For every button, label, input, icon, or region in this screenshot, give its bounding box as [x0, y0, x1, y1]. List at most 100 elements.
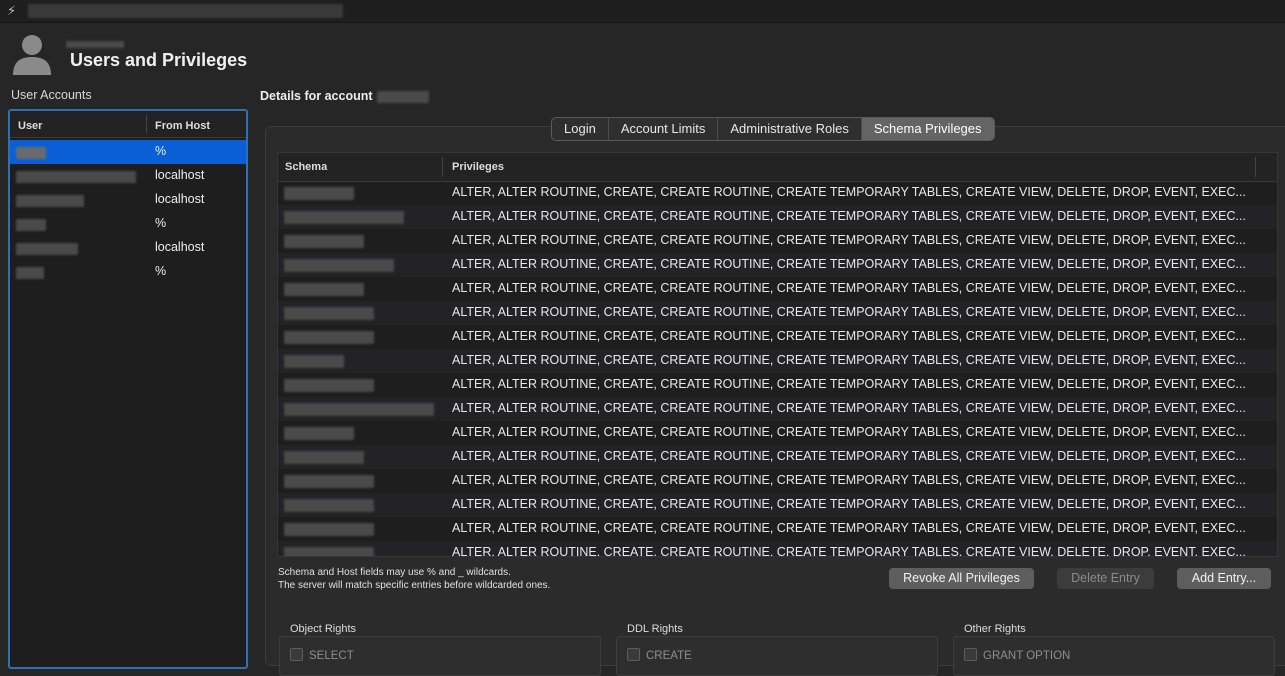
user-avatar-icon — [13, 35, 51, 75]
tab-administrative-roles[interactable]: Administrative Roles — [718, 118, 862, 140]
grant-option-checkbox[interactable]: GRANT OPTION — [964, 648, 1070, 662]
select-label: SELECT — [309, 650, 354, 662]
redacted-schema-name — [284, 259, 394, 272]
privileges-cell: ALTER, ALTER ROUTINE, CREATE, CREATE ROU… — [452, 473, 1246, 487]
privileges-cell: ALTER, ALTER ROUTINE, CREATE, CREATE ROU… — [452, 185, 1246, 199]
privilege-row[interactable]: ALTER, ALTER ROUTINE, CREATE, CREATE ROU… — [278, 349, 1277, 373]
checkbox-icon — [627, 648, 640, 661]
bolt-icon: ⚡ — [7, 3, 17, 18]
privileges-cell: ALTER, ALTER ROUTINE, CREATE, CREATE ROU… — [452, 401, 1246, 415]
privilege-row[interactable]: ALTER, ALTER ROUTINE, CREATE, CREATE ROU… — [278, 445, 1277, 469]
column-divider — [1255, 157, 1256, 177]
tab-login[interactable]: Login — [552, 118, 609, 140]
redacted-username — [16, 219, 46, 231]
column-schema[interactable]: Schema — [285, 161, 327, 173]
checkbox-icon — [964, 648, 977, 661]
grant-option-label: GRANT OPTION — [983, 650, 1071, 662]
tab-schema-privileges[interactable]: Schema Privileges — [861, 118, 994, 140]
redacted-schema-name — [284, 403, 434, 416]
select-checkbox[interactable]: SELECT — [290, 648, 354, 662]
redacted-schema-name — [284, 523, 374, 536]
column-user[interactable]: User — [18, 120, 42, 132]
privileges-cell: ALTER, ALTER ROUTINE, CREATE, CREATE ROU… — [452, 425, 1246, 439]
privilege-row[interactable]: ALTER, ALTER ROUTINE, CREATE, CREATE ROU… — [278, 493, 1277, 517]
user-accounts-label: User Accounts — [11, 88, 92, 102]
privilege-row[interactable]: ALTER, ALTER ROUTINE, CREATE, CREATE ROU… — [278, 541, 1277, 557]
account-row[interactable]: localhost — [10, 164, 246, 188]
privileges-cell: ALTER, ALTER ROUTINE, CREATE, CREATE ROU… — [452, 521, 1246, 535]
ddl-rights-title: DDL Rights — [627, 623, 683, 635]
create-checkbox[interactable]: CREATE — [627, 648, 692, 662]
account-host: % — [155, 216, 167, 230]
user-accounts-list[interactable]: User From Host % localhost localhost % l… — [8, 109, 248, 669]
privileges-cell: ALTER, ALTER ROUTINE, CREATE, CREATE ROU… — [452, 257, 1246, 271]
privilege-row[interactable]: ALTER, ALTER ROUTINE, CREATE, CREATE ROU… — [278, 397, 1277, 421]
revoke-all-privileges-button[interactable]: Revoke All Privileges — [889, 568, 1034, 589]
privileges-cell: ALTER, ALTER ROUTINE, CREATE, CREATE ROU… — [452, 305, 1246, 319]
redacted-schema-name — [284, 307, 374, 320]
account-host: % — [155, 264, 167, 278]
window-title-bar: ⚡ — [0, 0, 1285, 23]
privilege-row[interactable]: ALTER, ALTER ROUTINE, CREATE, CREATE ROU… — [278, 517, 1277, 541]
privilege-row[interactable]: ALTER, ALTER ROUTINE, CREATE, CREATE ROU… — [278, 181, 1277, 205]
redacted-schema-name — [284, 547, 374, 556]
redacted-title — [28, 4, 343, 18]
privilege-row[interactable]: ALTER, ALTER ROUTINE, CREATE, CREATE ROU… — [278, 301, 1277, 325]
privilege-row[interactable]: ALTER, ALTER ROUTINE, CREATE, CREATE ROU… — [278, 277, 1277, 301]
column-privileges[interactable]: Privileges — [452, 161, 504, 173]
redacted-schema-name — [284, 427, 354, 440]
privileges-cell: ALTER, ALTER ROUTINE, CREATE, CREATE ROU… — [452, 449, 1246, 463]
privileges-cell: ALTER, ALTER ROUTINE, CREATE, CREATE ROU… — [452, 353, 1246, 367]
redacted-username — [16, 147, 46, 159]
privileges-cell: ALTER, ALTER ROUTINE, CREATE, CREATE ROU… — [452, 329, 1246, 343]
privileges-cell: ALTER, ALTER ROUTINE, CREATE, CREATE ROU… — [452, 233, 1246, 247]
redacted-username — [16, 243, 78, 255]
hint-line-1: Schema and Host fields may use % and _ w… — [278, 567, 511, 578]
create-label: CREATE — [646, 650, 692, 662]
redacted-username — [16, 195, 84, 207]
accounts-table-header: User From Host — [10, 111, 246, 138]
page-title: Users and Privileges — [70, 50, 248, 70]
privilege-row[interactable]: ALTER, ALTER ROUTINE, CREATE, CREATE ROU… — [278, 253, 1277, 277]
account-row[interactable]: localhost — [10, 188, 246, 212]
privileges-cell: ALTER, ALTER ROUTINE, CREATE, CREATE ROU… — [452, 377, 1246, 391]
account-row[interactable]: localhost — [10, 236, 246, 260]
ddl-rights-group: CREATE — [616, 636, 938, 676]
privileges-cell: ALTER, ALTER ROUTINE, CREATE, CREATE ROU… — [452, 281, 1246, 295]
privileges-cell: ALTER, ALTER ROUTINE, CREATE, CREATE ROU… — [452, 209, 1246, 223]
hint-line-2: The server will match specific entries b… — [278, 580, 551, 591]
privilege-row[interactable]: ALTER, ALTER ROUTINE, CREATE, CREATE ROU… — [278, 325, 1277, 349]
account-host: localhost — [155, 240, 205, 254]
redacted-schema-name — [284, 451, 364, 464]
privileges-cell: ALTER, ALTER ROUTINE, CREATE, CREATE ROU… — [452, 545, 1246, 557]
privilege-row[interactable]: ALTER, ALTER ROUTINE, CREATE, CREATE ROU… — [278, 205, 1277, 229]
wildcard-hint: Schema and Host fields may use % and _ w… — [278, 566, 550, 592]
other-rights-group: GRANT OPTION — [953, 636, 1275, 676]
redacted-schema-name — [284, 475, 374, 488]
account-row[interactable]: % — [10, 260, 246, 284]
account-row[interactable]: % — [10, 140, 246, 164]
column-from-host[interactable]: From Host — [155, 120, 210, 132]
column-divider — [146, 115, 147, 133]
redacted-schema-name — [284, 379, 374, 392]
delete-entry-button[interactable]: Delete Entry — [1057, 568, 1154, 589]
privilege-row[interactable]: ALTER, ALTER ROUTINE, CREATE, CREATE ROU… — [278, 229, 1277, 253]
redacted-username — [16, 171, 136, 183]
privilege-row[interactable]: ALTER, ALTER ROUTINE, CREATE, CREATE ROU… — [278, 373, 1277, 397]
privilege-row[interactable]: ALTER, ALTER ROUTINE, CREATE, CREATE ROU… — [278, 469, 1277, 493]
privileges-rows: ALTER, ALTER ROUTINE, CREATE, CREATE ROU… — [278, 181, 1277, 556]
redacted-subtitle — [66, 41, 124, 48]
other-rights-title: Other Rights — [964, 623, 1026, 635]
privilege-row[interactable]: ALTER, ALTER ROUTINE, CREATE, CREATE ROU… — [278, 421, 1277, 445]
redacted-schema-name — [284, 235, 364, 248]
column-divider — [442, 157, 443, 177]
add-entry-button[interactable]: Add Entry... — [1177, 568, 1271, 589]
tab-account-limits[interactable]: Account Limits — [609, 118, 719, 140]
redacted-account-name — [377, 91, 429, 103]
redacted-schema-name — [284, 331, 374, 344]
privileges-table-header: Schema Privileges — [278, 153, 1277, 182]
account-row[interactable]: % — [10, 212, 246, 236]
schema-privileges-table[interactable]: Schema Privileges ALTER, ALTER ROUTINE, … — [277, 152, 1278, 557]
redacted-schema-name — [284, 355, 344, 368]
object-rights-title: Object Rights — [290, 623, 357, 635]
